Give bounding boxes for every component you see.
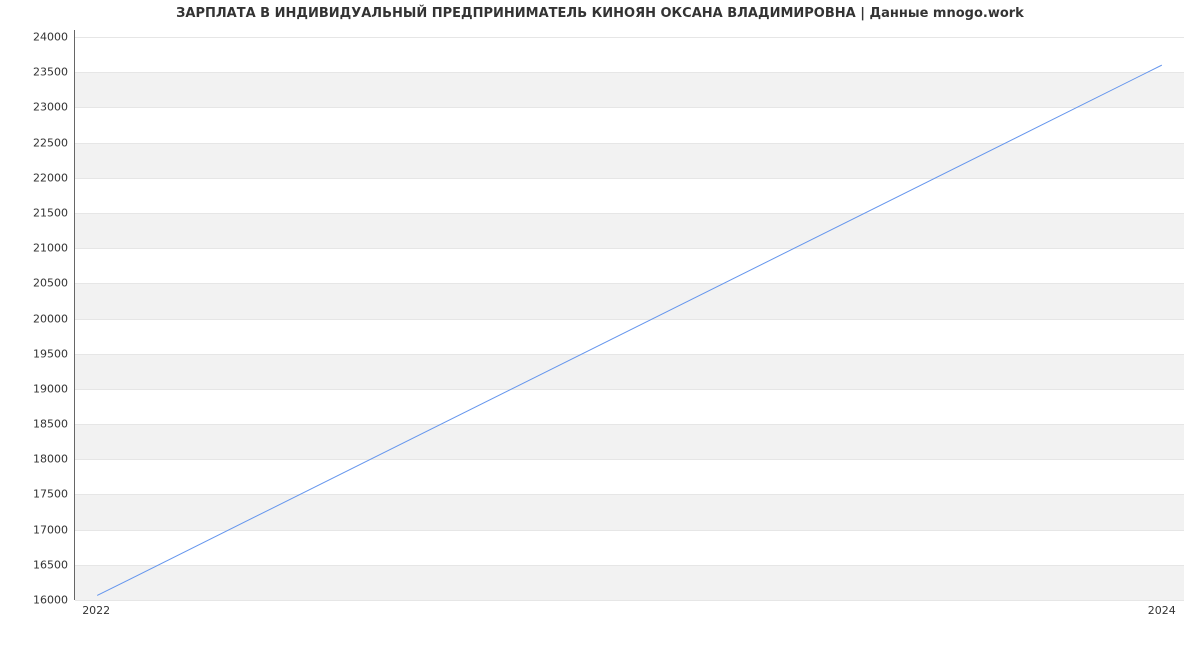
y-tick-label: 19500 (8, 347, 68, 360)
y-tick-label: 21500 (8, 206, 68, 219)
chart-container: ЗАРПЛАТА В ИНДИВИДУАЛЬНЫЙ ПРЕДПРИНИМАТЕЛ… (0, 0, 1200, 650)
y-tick-label: 22000 (8, 171, 68, 184)
y-tick-label: 23000 (8, 101, 68, 114)
x-tick-label: 2024 (1148, 604, 1176, 617)
y-tick-label: 24000 (8, 31, 68, 44)
y-tick-label: 18000 (8, 453, 68, 466)
chart-title: ЗАРПЛАТА В ИНДИВИДУАЛЬНЫЙ ПРЕДПРИНИМАТЕЛ… (0, 6, 1200, 21)
y-gridline (75, 600, 1184, 601)
series-line-salary (97, 65, 1162, 595)
y-tick-label: 21000 (8, 242, 68, 255)
x-tick-label: 2022 (82, 604, 110, 617)
y-tick-label: 18500 (8, 418, 68, 431)
y-tick-label: 16500 (8, 558, 68, 571)
y-tick-label: 19000 (8, 382, 68, 395)
y-tick-label: 23500 (8, 66, 68, 79)
y-tick-label: 17500 (8, 488, 68, 501)
line-layer (75, 30, 1184, 599)
y-tick-label: 16000 (8, 594, 68, 607)
y-tick-label: 17000 (8, 523, 68, 536)
y-tick-label: 20000 (8, 312, 68, 325)
y-tick-label: 20500 (8, 277, 68, 290)
plot-area (74, 30, 1184, 600)
y-tick-label: 22500 (8, 136, 68, 149)
